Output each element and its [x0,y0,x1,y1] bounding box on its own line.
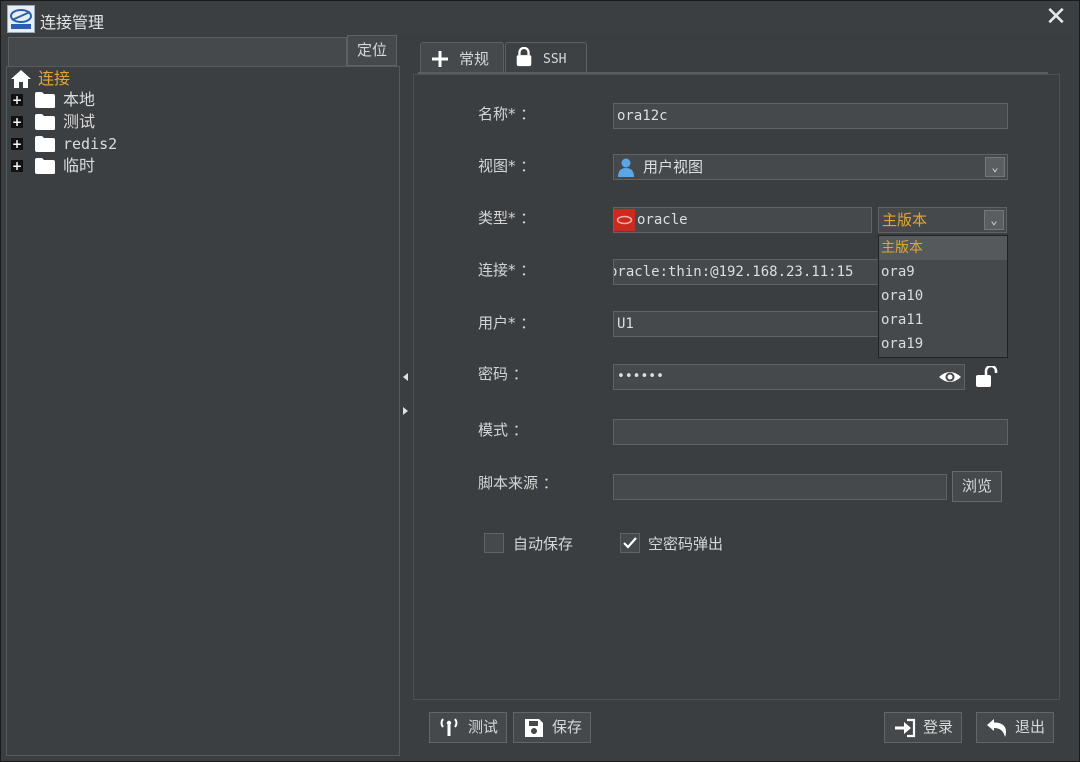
save-label: 保存 [552,718,583,736]
search-input[interactable] [8,37,347,67]
home-icon [11,70,31,88]
exit-label: 退出 [1015,718,1046,736]
tab-label: 常规 [459,50,490,68]
type-label: 类型* ： [478,209,536,227]
expand-icon[interactable]: + [11,116,23,128]
version-option[interactable]: ora9 [879,260,1007,284]
login-label: 登录 [923,718,954,736]
locate-button[interactable]: 定位 [347,35,397,66]
autosave-label: 自动保存 [513,535,574,553]
tree-root-label: 连接 [38,69,71,88]
tab-label: SSH [543,52,567,67]
password-field[interactable]: •••••• [613,364,965,390]
tree-item-label: 本地 [63,90,96,109]
tab-ssh[interactable]: SSH [505,42,587,74]
eye-icon[interactable] [938,367,962,387]
chevron-down-icon[interactable]: ⌄ [985,157,1005,177]
tree-item-temp[interactable]: + 临时 [11,156,311,176]
oracle-icon [614,209,635,231]
folder-icon [35,158,55,174]
lock-icon [516,47,532,67]
version-option[interactable]: ora10 [879,284,1007,308]
version-dropdown-list: 主版本 ora9 ora10 ora11 ora19 [878,235,1008,358]
tree-item-label: 临时 [63,156,96,175]
expand-icon[interactable]: + [11,138,23,150]
browse-button[interactable]: 浏览 [952,471,1002,502]
name-label: 名称* ： [478,105,536,123]
script-source-field[interactable] [613,474,947,500]
test-button[interactable]: 测试 [429,712,507,743]
undo-arrow-icon [987,719,1006,737]
empty-password-popup-label: 空密码弹出 [648,535,724,553]
type-field[interactable]: oracle [613,207,872,233]
app-logo-icon [7,5,35,33]
schema-label: 模式 ： [478,421,528,439]
empty-password-popup-checkbox[interactable] [620,533,640,553]
close-button[interactable]: ✕ [1043,3,1069,31]
folder-icon [35,114,55,130]
tree-item-label: 测试 [63,112,96,131]
password-value: •••••• [617,369,664,384]
unlock-icon[interactable] [975,366,999,388]
script-source-label: 脚本来源 ： [478,474,558,492]
autosave-checkbox[interactable] [484,533,504,553]
login-button[interactable]: 登录 [884,712,962,743]
tree-item-local[interactable]: + 本地 [11,90,311,110]
floppy-disk-icon [525,719,543,737]
folder-icon [35,92,55,108]
version-select[interactable]: 主版本 ⌄ [878,207,1007,233]
schema-field[interactable] [613,419,1008,445]
connection-tree-panel: 定位 连接 + 本地 + 测试 + redis2 + 临时 [6,35,400,756]
tab-general[interactable]: 常规 [420,42,504,74]
view-label: 视图* ： [478,157,536,175]
checkmark-icon [623,537,637,549]
tab-bar: 常规 SSH [418,39,1048,74]
type-value: oracle [637,212,688,228]
user-label: 用户* ： [478,314,536,332]
save-button[interactable]: 保存 [513,712,591,743]
expand-icon[interactable]: + [11,94,23,106]
connection-manager-window: 连接管理 ✕ 定位 连接 + 本地 + 测试 + redis2 + 临时 常规 … [0,0,1080,762]
folder-icon [35,136,55,152]
panel-splitter[interactable] [401,35,411,756]
version-option[interactable]: ora19 [879,332,1007,356]
test-label: 测试 [468,718,499,736]
sign-in-icon [895,718,916,738]
user-icon [618,158,634,177]
version-value: 主版本 [882,211,928,229]
expand-right-icon[interactable] [403,407,408,415]
chevron-down-icon[interactable]: ⌄ [984,210,1004,230]
tree-item-test[interactable]: + 测试 [11,112,311,132]
version-option[interactable]: ora11 [879,308,1007,332]
title-bar: 连接管理 ✕ [1,1,1079,35]
expand-icon[interactable]: + [11,160,23,172]
exit-button[interactable]: 退出 [976,712,1054,743]
connection-label: 连接* ： [478,261,536,279]
name-field[interactable]: ora12c [613,103,1008,129]
tree-item-redis2[interactable]: + redis2 [11,134,311,154]
tree-item-label: redis2 [63,135,118,153]
password-label: 密码 ： [478,365,528,383]
window-title: 连接管理 [40,13,105,32]
collapse-left-icon[interactable] [403,373,408,381]
antenna-icon [440,718,458,736]
view-value: 用户视图 [643,158,704,176]
plus-icon [432,51,448,67]
view-select[interactable]: 用户视图 ⌄ [613,154,1008,180]
version-option[interactable]: 主版本 [879,236,1007,260]
connection-tree: 连接 + 本地 + 测试 + redis2 + 临时 [6,66,400,756]
